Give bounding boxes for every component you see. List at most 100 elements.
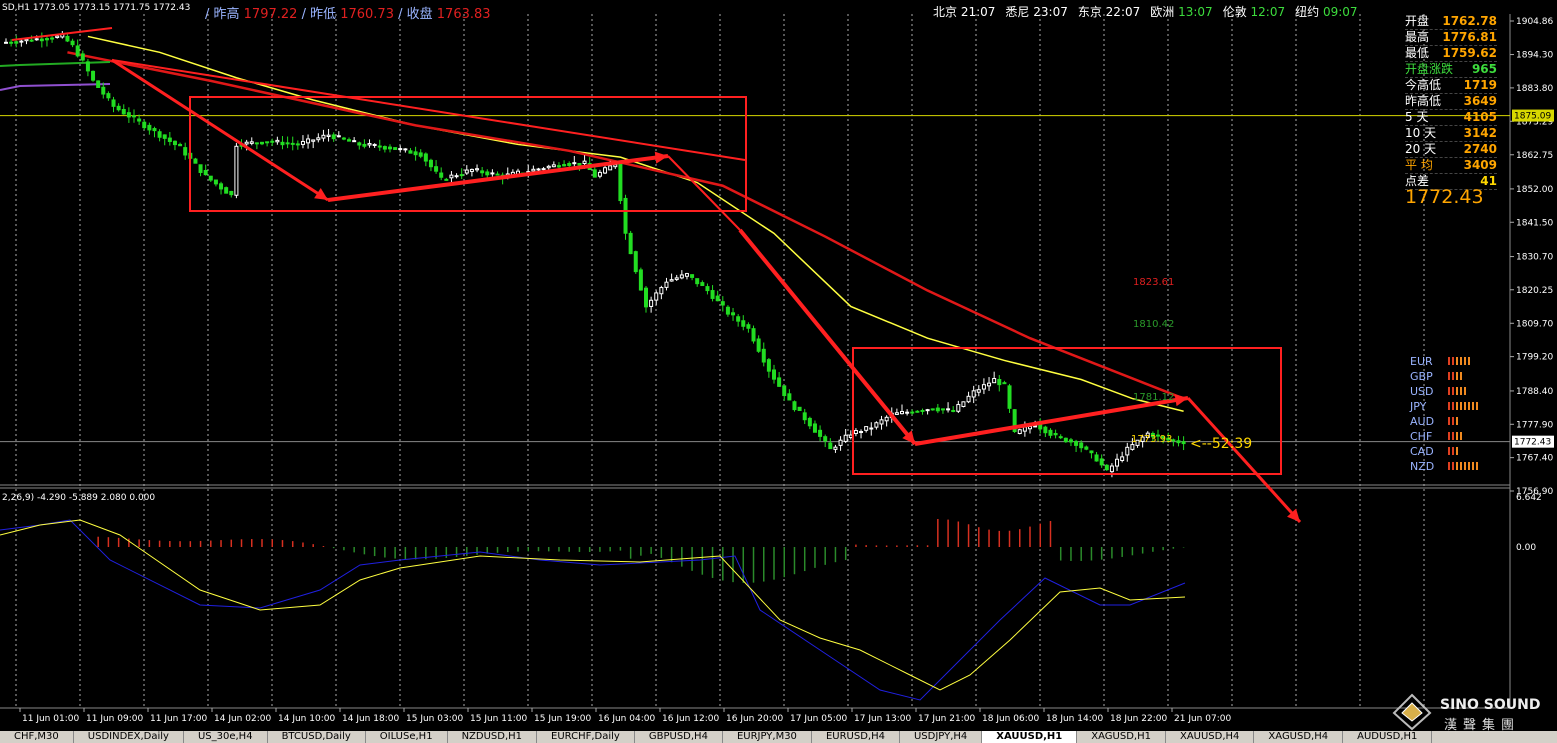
strength-bar <box>1464 402 1466 410</box>
candle-body <box>556 165 561 168</box>
candle-body <box>249 141 254 144</box>
candle-body <box>690 274 695 278</box>
candle-body <box>265 141 270 144</box>
symbol-tab[interactable]: XAUUSD,H1 <box>982 731 1078 743</box>
candle-body <box>746 324 751 329</box>
candle-body <box>39 38 44 42</box>
candle-body <box>490 172 495 175</box>
currency-row: GBP <box>1410 370 1464 383</box>
level-price-label: 1875.09 <box>1514 112 1551 122</box>
currency-name: GBP <box>1410 370 1433 383</box>
symbol-tab[interactable]: EURJPY,M30 <box>723 731 812 743</box>
stats-row: 平 均 3409 <box>1405 158 1497 174</box>
bar-countdown: <--52:39 <box>1190 436 1252 452</box>
symbol-tab[interactable]: USDJPY,H4 <box>900 731 983 743</box>
candle-body <box>434 166 439 172</box>
candle-body <box>807 417 812 427</box>
symbol-tab[interactable]: EURUSD,H4 <box>812 731 900 743</box>
candle-body <box>275 139 280 143</box>
symbol-tab[interactable]: USDINDEX,Daily <box>74 731 184 743</box>
symbol-tab[interactable]: XAGUSD,H1 <box>1077 731 1166 743</box>
candle-body <box>295 143 300 146</box>
candle-body <box>618 162 623 202</box>
candle-body <box>480 170 485 174</box>
candle-body <box>562 164 567 167</box>
candle-body <box>116 105 121 111</box>
candle-body <box>930 408 935 411</box>
macd-top-label: 6.642 <box>1516 493 1542 503</box>
symbol-tab[interactable]: XAGUSD,H4 <box>1254 731 1344 743</box>
clock-city: 欧洲 <box>1150 5 1179 19</box>
candle-body <box>541 168 546 171</box>
strength-bar <box>1468 462 1470 470</box>
symbol-tab[interactable]: GBPUSD,H4 <box>635 731 723 743</box>
price-axis: 1904.861894.301883.801873.291862.751852.… <box>1510 17 1554 497</box>
long-trendline <box>111 59 746 161</box>
candle-body <box>270 140 275 143</box>
candle-body <box>423 153 428 162</box>
symbol-tab[interactable]: CHF,M30 <box>0 731 74 743</box>
symbol-tab[interactable]: NZDUSD,H1 <box>448 731 538 743</box>
candle-body <box>167 137 172 142</box>
symbol-tab[interactable]: OILUSe,H1 <box>366 731 448 743</box>
candle-body <box>1115 458 1120 467</box>
candle-body <box>1063 437 1068 443</box>
candle-body <box>85 61 90 72</box>
candle-body <box>792 401 797 411</box>
y-tick-label: 1852.00 <box>1516 185 1553 195</box>
candle-body <box>1058 436 1063 439</box>
price-chart[interactable]: 1904.861894.301883.801873.291862.751852.… <box>0 0 1557 743</box>
stats-label: 20 天 <box>1405 142 1437 156</box>
y-tick-label: 1788.40 <box>1516 387 1553 397</box>
candle-body <box>152 128 157 132</box>
arrow-shaft <box>1186 396 1302 524</box>
candle-body <box>884 416 889 422</box>
candle-body <box>935 407 940 412</box>
currency-name: NZD <box>1410 460 1435 473</box>
candle-body <box>608 165 613 171</box>
candle-body <box>388 146 392 150</box>
symbol-tab[interactable]: XAUUSD,H4 <box>1166 731 1255 743</box>
candle-body <box>638 269 643 291</box>
stats-value: 3142 <box>1463 126 1497 140</box>
candle-body <box>1022 426 1027 432</box>
time-axis: 11 Jun 01:00 11 Jun 09:00 11 Jun 17:00 14 J… <box>19 708 1231 724</box>
symbol-tab[interactable]: BTCUSD,Daily <box>268 731 366 743</box>
candle-body <box>193 158 198 164</box>
clock-entry: 东京 22:07 <box>1078 5 1140 19</box>
candle-body <box>316 137 321 141</box>
candle-body <box>915 410 920 413</box>
symbol-tab[interactable]: AUDUSD,H1 <box>1343 731 1433 743</box>
y-tick-label: 1767.40 <box>1516 454 1553 464</box>
candle-body <box>664 281 669 288</box>
symbol-tab[interactable]: EURCHF,Daily <box>537 731 635 743</box>
candle-body <box>1079 442 1084 449</box>
strength-bar <box>1452 432 1454 440</box>
candle-body <box>684 273 689 277</box>
stats-label: 最低 <box>1405 46 1430 60</box>
candle-body <box>782 385 787 397</box>
currency-row: JPY <box>1410 400 1480 413</box>
candle-body <box>121 108 126 115</box>
candle-body <box>649 299 654 307</box>
world-clocks: 北京 21:07 悉尼 23:07 东京 22:07 欧洲 13:07 伦敦 12:07… <box>933 3 1368 20</box>
candle-body <box>101 86 106 95</box>
candle-body <box>1017 429 1022 435</box>
candle-body <box>577 162 582 166</box>
candle-body <box>828 442 833 450</box>
candle-body <box>321 134 326 139</box>
chart-labels: 1823.61 1810.42 1781.12 1773.93 <--52:39 <box>1131 277 1252 452</box>
candle-body <box>700 282 705 287</box>
candle-body <box>382 146 387 150</box>
currency-row: AUD <box>1410 415 1460 428</box>
stats-label: 开盘涨跌 <box>1405 62 1454 76</box>
symbol-tab[interactable]: US_30e,H4 <box>184 731 268 743</box>
projection-arrow <box>1186 396 1302 524</box>
stats-value: 3409 <box>1463 158 1497 172</box>
candle-body <box>1028 425 1032 430</box>
symbol-ohlc: SD,H1 1773.05 1773.15 1771.75 1772.43 <box>2 3 190 13</box>
strength-bar <box>1448 387 1450 395</box>
x-tick-label: 18 Jun 06:00 <box>982 714 1039 724</box>
x-tick-label: 16 Jun 20:00 <box>726 714 783 724</box>
up-arrow-1 <box>327 151 669 202</box>
